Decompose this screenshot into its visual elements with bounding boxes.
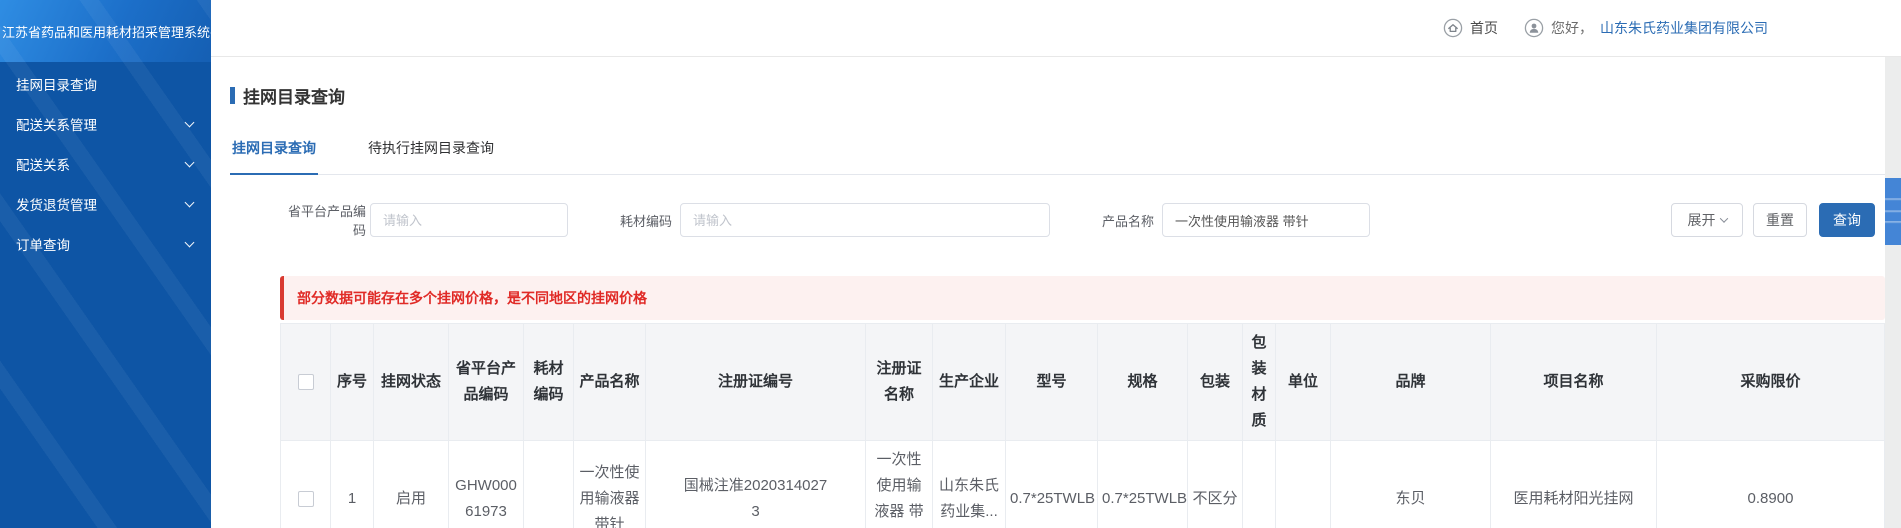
table-cell: 国械注准20203140273 (646, 441, 866, 528)
column-header: 注册证编号 (646, 324, 866, 441)
product-name-label: 产品名称 (1098, 211, 1154, 230)
chevron-down-icon (185, 157, 195, 167)
table-cell (1276, 441, 1331, 528)
main-content: 挂网目录查询 挂网目录查询 待执行挂网目录查询 省平台产品编码 耗材编码 产品名… (211, 83, 1901, 528)
sidebar-item-shipping-returns[interactable]: 发货退货管理 (0, 184, 211, 224)
sidebar-item-delivery-relation-mgmt[interactable]: 配送关系管理 (0, 104, 211, 144)
table-header-row: 序号 挂网状态 省平台产品编码 耗材编码 产品名称 注册证编号 注册证名称 生产… (281, 324, 1885, 441)
sidebar-item-order-query[interactable]: 订单查询 (0, 224, 211, 264)
table-cell: 不区分 (1188, 441, 1243, 528)
column-header: 生产企业 (933, 324, 1006, 441)
cell-text: 国械注准20203140273 (681, 473, 831, 525)
table-cell (524, 441, 574, 528)
expand-button[interactable]: 展开 (1671, 203, 1743, 237)
table-row: 1 启用 GHW00061973 一次性使用输液器 带针 国械注准2020314… (281, 441, 1885, 528)
column-header: 单位 (1276, 324, 1331, 441)
product-name-input[interactable] (1162, 203, 1370, 237)
home-link[interactable]: 首页 (1443, 18, 1524, 38)
column-header: 包装 (1188, 324, 1243, 441)
filter-buttons: 展开 重置 查询 (1671, 203, 1885, 237)
table-cell: 0.7*25TWLB (1098, 441, 1188, 528)
sidebar-item-label: 配送关系 (16, 154, 70, 174)
table-cell: 1 (331, 441, 374, 528)
sidebar-item-catalog-query[interactable]: 挂网目录查询 (0, 64, 211, 104)
sidebar-item-delivery-relation[interactable]: 配送关系 (0, 144, 211, 184)
page-title-text: 挂网目录查询 (243, 83, 345, 108)
sidebar: 江苏省药品和医用耗材招采管理系统平 挂网目录查询 配送关系管理 配送关系 发货退… (0, 0, 211, 528)
chevron-down-icon (185, 237, 195, 247)
expand-button-label: 展开 (1688, 210, 1716, 230)
alert-text: 部分数据可能存在多个挂网价格，是不同地区的挂网价格 (297, 288, 647, 308)
sidebar-item-label: 订单查询 (16, 234, 70, 254)
scrollbar-thumb[interactable] (1885, 178, 1901, 245)
table-cell: 一次性使用输液器 带针 (866, 441, 933, 528)
tab-catalog-query[interactable]: 挂网目录查询 (230, 118, 318, 175)
sidebar-item-label: 配送关系管理 (16, 114, 97, 134)
user-account[interactable]: 您好， 山东朱氏药业集团有限公司 (1524, 18, 1768, 38)
sidebar-item-label: 挂网目录查询 (16, 74, 97, 94)
table-cell: GHW00061973 (449, 441, 524, 528)
title-accent-bar (230, 87, 235, 104)
search-button[interactable]: 查询 (1819, 203, 1875, 237)
select-all-checkbox[interactable] (298, 374, 314, 390)
home-icon (1443, 18, 1463, 38)
table-cell: 山东朱氏药业集... (933, 441, 1006, 528)
topbar: 首页 您好， 山东朱氏药业集团有限公司 (211, 0, 1901, 57)
column-header: 省平台产品编码 (449, 324, 524, 441)
tab-bar: 挂网目录查询 待执行挂网目录查询 (230, 118, 1885, 175)
column-header: 品牌 (1331, 324, 1491, 441)
reset-button[interactable]: 重置 (1753, 203, 1807, 237)
column-header: 型号 (1006, 324, 1098, 441)
vertical-scrollbar[interactable] (1885, 57, 1901, 528)
column-header: 规格 (1098, 324, 1188, 441)
column-header: 耗材编码 (524, 324, 574, 441)
column-header: 包装材质 (1243, 324, 1276, 441)
table-cell: 东贝 (1331, 441, 1491, 528)
catalog-table: 序号 挂网状态 省平台产品编码 耗材编码 产品名称 注册证编号 注册证名称 生产… (280, 323, 1885, 528)
table-cell: 0.8900 (1657, 441, 1885, 528)
chevron-down-icon (185, 197, 195, 207)
select-all-cell (281, 324, 331, 441)
table-cell: 0.7*25TWLB (1006, 441, 1098, 528)
consumable-code-input[interactable] (680, 203, 1050, 237)
platform-product-code-input[interactable] (370, 203, 568, 237)
table-cell (1243, 441, 1276, 528)
app-logo-title: 江苏省药品和医用耗材招采管理系统平 (0, 0, 211, 62)
table-cell: 启用 (374, 441, 449, 528)
table-cell: 一次性使用输液器 带针 (574, 441, 646, 528)
tab-pending-catalog-query[interactable]: 待执行挂网目录查询 (366, 118, 496, 174)
column-header: 序号 (331, 324, 374, 441)
column-header: 项目名称 (1491, 324, 1657, 441)
table-cell: 医用耗材阳光挂网 (1491, 441, 1657, 528)
filter-form: 省平台产品编码 耗材编码 产品名称 展开 重置 查询 (230, 201, 1885, 239)
platform-product-code-label: 省平台产品编码 (280, 201, 366, 239)
column-header: 产品名称 (574, 324, 646, 441)
sidebar-item-label: 发货退货管理 (16, 194, 97, 214)
company-name-link[interactable]: 山东朱氏药业集团有限公司 (1600, 18, 1768, 38)
page-title: 挂网目录查询 (230, 83, 1885, 108)
user-icon (1524, 18, 1544, 38)
column-header: 采购限价 (1657, 324, 1885, 441)
column-header: 注册证名称 (866, 324, 933, 441)
column-header: 挂网状态 (374, 324, 449, 441)
cell-text: GHW00061973 (453, 473, 519, 525)
chevron-down-icon (1719, 214, 1727, 222)
greeting-text: 您好， (1551, 18, 1593, 38)
row-select-cell (281, 441, 331, 528)
price-notice-alert: 部分数据可能存在多个挂网价格，是不同地区的挂网价格 (280, 276, 1885, 320)
sidebar-menu: 挂网目录查询 配送关系管理 配送关系 发货退货管理 订单查询 (0, 62, 211, 264)
consumable-code-label: 耗材编码 (616, 211, 672, 230)
home-label: 首页 (1470, 18, 1498, 38)
chevron-down-icon (185, 117, 195, 127)
row-checkbox[interactable] (298, 491, 314, 507)
